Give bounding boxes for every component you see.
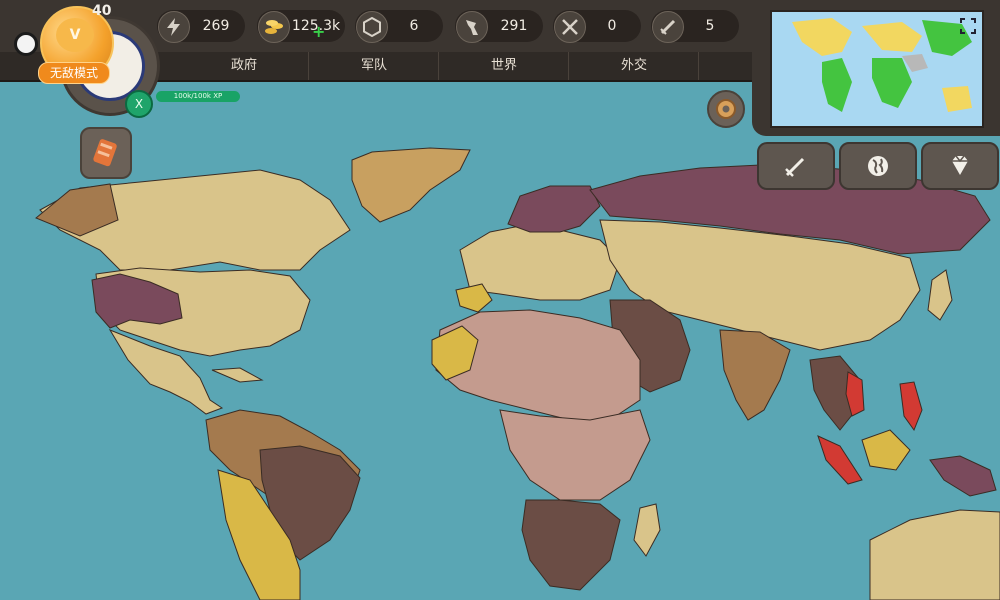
hexagon-icon (356, 11, 388, 43)
resource-gold[interactable]: 125.3k (257, 10, 345, 43)
tab-diplomacy[interactable]: 外交 (570, 52, 699, 80)
settings-button[interactable] (707, 90, 745, 128)
resource-weapons[interactable]: 5 (651, 10, 739, 43)
world-view-button[interactable] (839, 142, 917, 190)
weapons-value: 5 (705, 18, 715, 34)
minimap[interactable] (770, 10, 984, 128)
invincible-mode-label[interactable]: 无敌模式 (38, 62, 110, 84)
scroll-icon (93, 139, 117, 167)
scroll-button[interactable] (80, 127, 132, 179)
player-level: 40 (92, 3, 112, 19)
sword-icon (652, 11, 684, 43)
xp-bar: 100k/100k XP (156, 91, 240, 102)
gold-plus-icon[interactable]: + (312, 22, 325, 41)
hexagon-value: 6 (409, 18, 419, 34)
soldier-icon (456, 11, 488, 43)
tab-army[interactable]: 军队 (310, 52, 439, 80)
resource-soldiers[interactable]: 291 (455, 10, 543, 43)
minimap-panel (752, 0, 1000, 136)
diamond-icon (952, 155, 968, 175)
battles-value: 0 (607, 18, 617, 34)
sword-icon (785, 157, 805, 177)
resource-hexagon[interactable]: 6 (355, 10, 443, 43)
crossed-swords-icon (554, 11, 586, 43)
resource-battles[interactable]: 0 (553, 10, 641, 43)
expand-icon[interactable] (960, 18, 976, 34)
gold-coins-icon (258, 11, 290, 43)
x-badge[interactable]: X (125, 90, 153, 118)
army-mode-button[interactable] (757, 142, 835, 190)
soldiers-value: 291 (500, 18, 528, 34)
energy-value: 269 (202, 18, 230, 34)
tab-government[interactable]: 政府 (180, 52, 309, 80)
tab-world[interactable]: 世界 (440, 52, 569, 80)
minimap-world (792, 18, 972, 112)
lightning-icon (158, 11, 190, 43)
vip-letter: V (56, 18, 94, 52)
globe-icon (868, 156, 888, 176)
gear-icon (716, 99, 736, 119)
premium-shop-button[interactable] (921, 142, 999, 190)
status-dot[interactable] (14, 32, 38, 56)
resource-energy[interactable]: 269 (157, 10, 245, 43)
